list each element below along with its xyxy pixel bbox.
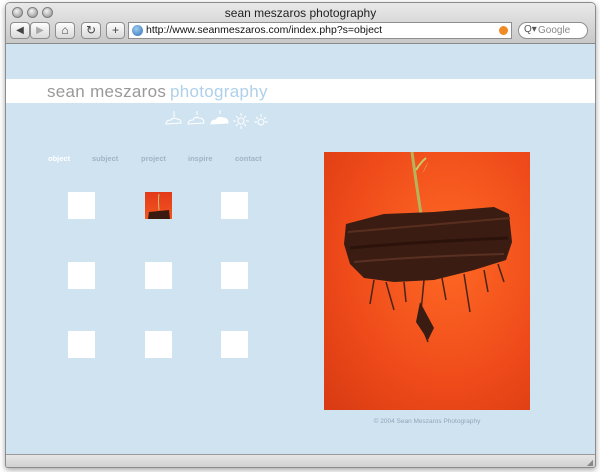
forward-button[interactable]: ▶ (30, 22, 50, 39)
back-icon: ◀ (16, 25, 24, 36)
cloud-icon (187, 111, 205, 125)
status-bar: ◢ (6, 454, 595, 467)
back-button[interactable]: ◀ (10, 22, 30, 39)
thumbnail[interactable] (68, 192, 95, 219)
browser-toolbar: sean meszaros photography ◀ ▶ ⌂ ↻ + http… (6, 3, 595, 44)
home-icon: ⌂ (61, 23, 69, 37)
brand-tagline[interactable]: photography (170, 82, 268, 102)
main-photo (324, 152, 530, 410)
home-button[interactable]: ⌂ (55, 22, 75, 39)
nav-object[interactable]: object (48, 154, 70, 163)
globe-icon (132, 25, 143, 36)
rss-icon[interactable] (499, 26, 508, 35)
thumbnail[interactable] (221, 192, 248, 219)
thumbnail-plant-image (148, 193, 170, 219)
thumbnail[interactable] (68, 331, 95, 358)
nav-subject[interactable]: subject (92, 154, 118, 163)
search-placeholder: Google (538, 25, 571, 36)
search-field[interactable]: Q▾ Google (518, 22, 588, 39)
cloudy-icon (210, 110, 229, 125)
window-title: sean meszaros photography (224, 6, 377, 20)
weather-icons (165, 110, 268, 129)
plant-roots-image (344, 152, 512, 343)
nav-project[interactable]: project (141, 154, 166, 163)
thumbnail[interactable] (221, 262, 248, 289)
thumbnail[interactable] (68, 262, 95, 289)
nav-contact[interactable]: contact (235, 154, 262, 163)
sun-partial-icon (254, 114, 268, 126)
brand-name[interactable]: sean meszaros (47, 82, 166, 102)
reload-icon: ↻ (85, 23, 97, 37)
thumbnail[interactable] (145, 262, 172, 289)
cloud-arrow-icon (165, 111, 182, 125)
address-url[interactable]: http://www.seanmeszaros.com/index.php?s=… (146, 24, 382, 36)
forward-icon: ▶ (36, 25, 44, 36)
thumbnail-selected[interactable] (145, 192, 172, 219)
search-icon: Q▾ (524, 24, 537, 35)
thumbnail[interactable] (145, 331, 172, 358)
sun-icon (233, 113, 249, 129)
resize-grip-icon[interactable]: ◢ (587, 458, 593, 467)
nav-inspire[interactable]: inspire (188, 154, 213, 163)
reload-button[interactable]: ↻ (81, 22, 101, 39)
thumbnail[interactable] (221, 331, 248, 358)
browser-window: sean meszaros photography ◀ ▶ ⌂ ↻ + http… (5, 2, 596, 468)
plus-icon: + (111, 23, 119, 37)
address-bar[interactable]: http://www.seanmeszaros.com/index.php?s=… (128, 22, 512, 39)
page-content: sean meszaros photography object subject… (6, 44, 595, 454)
add-bookmark-button[interactable]: + (106, 22, 125, 39)
copyright-text: © 2004 Sean Meszaros Photography (373, 418, 481, 425)
